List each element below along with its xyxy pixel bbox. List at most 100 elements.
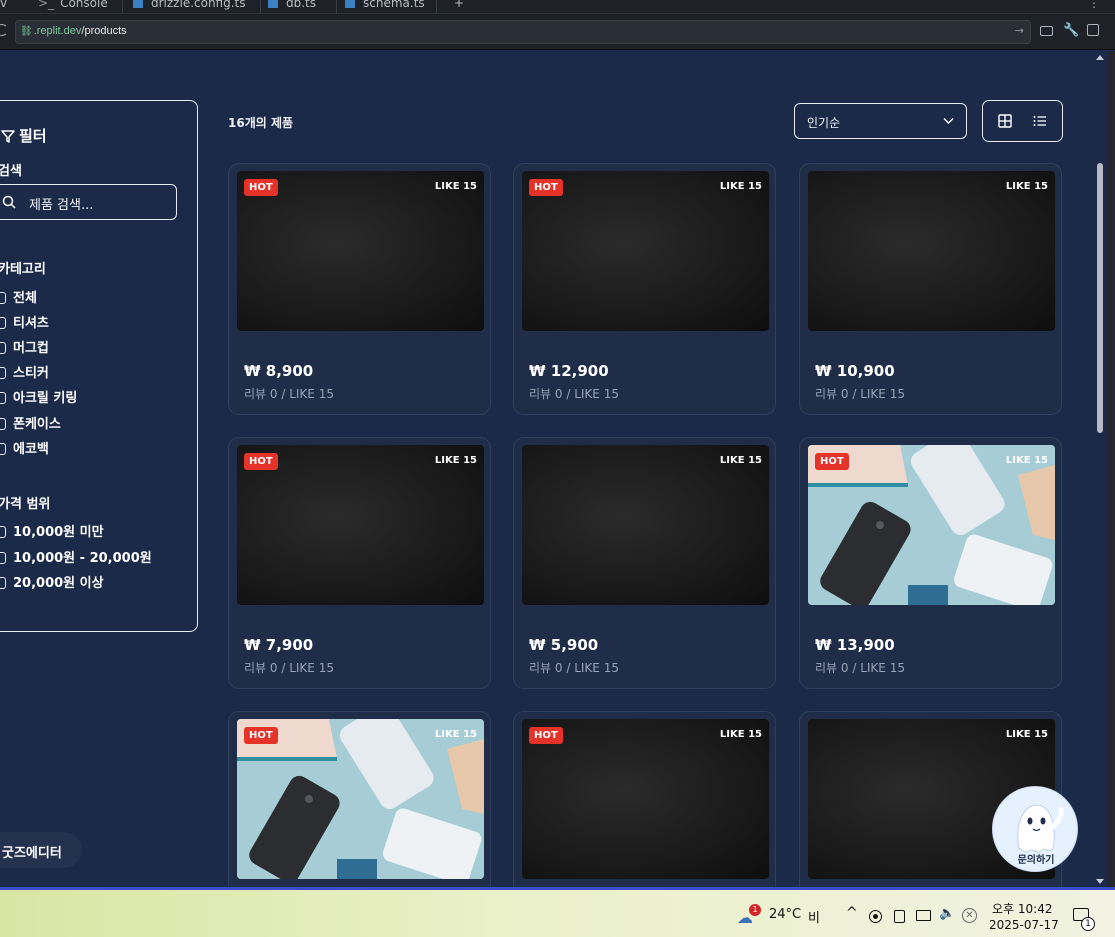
product-image[interactable]: LIKE 15 (808, 171, 1055, 331)
hot-badge: HOT (244, 453, 278, 470)
checkbox[interactable] (0, 392, 6, 404)
hot-badge: HOT (815, 453, 849, 470)
sort-value: 인기순 (807, 116, 841, 130)
open-external-icon[interactable] (1087, 24, 1099, 36)
search-icon (2, 195, 16, 209)
product-card[interactable]: HOT LIKE 15 (513, 711, 776, 887)
url-path: /products (81, 25, 127, 37)
category-option-ecobag[interactable]: 에코백 (0, 438, 49, 457)
record-icon[interactable] (869, 910, 882, 923)
tab-drizzle-config[interactable]: drizzle.config.ts (133, 0, 246, 10)
search-placeholder: 제품 검색... (29, 198, 94, 213)
grid-view-icon[interactable] (997, 113, 1013, 129)
clock-date[interactable]: 2025-07-17 (989, 918, 1059, 932)
tab-divider (122, 0, 123, 14)
product-image[interactable]: HOT LIKE 15 (237, 171, 484, 331)
list-view-icon[interactable] (1032, 113, 1048, 129)
product-review-like: 리뷰 0 / LIKE 15 (815, 387, 905, 401)
checkbox[interactable] (0, 577, 6, 589)
tab-divider (336, 0, 337, 14)
tab-divider (260, 0, 261, 14)
console-icon: >_ (38, 0, 55, 10)
category-section-label: 카테고리 (0, 262, 46, 277)
tab-db[interactable]: db.ts (268, 0, 316, 10)
sort-select[interactable]: 인기순 (794, 103, 967, 139)
checkbox[interactable] (0, 367, 6, 379)
category-option-tshirt[interactable]: 티셔츠 (0, 312, 49, 331)
product-image[interactable]: HOT LIKE 15 (237, 445, 484, 605)
reload-icon[interactable] (0, 24, 8, 36)
price-option-over-20000[interactable]: 20,000원 이상 (0, 572, 104, 591)
checkbox[interactable] (0, 418, 6, 430)
like-count: LIKE 15 (719, 729, 762, 740)
chevron-up-icon[interactable]: ^ (846, 905, 858, 921)
product-price: ₩ 10,900 (815, 362, 895, 380)
chevron-down-icon (943, 118, 954, 124)
product-card[interactable]: HOT LIKE 15 ₩ 8,900 리뷰 0 / LIKE 15 (228, 163, 491, 415)
product-card[interactable]: HOT LIKE 15 ₩ 7,900 리뷰 0 / LIKE 15 (228, 437, 491, 689)
product-card[interactable]: HOT LIKE 15 (228, 711, 491, 887)
clock-time[interactable]: 오후 10:42 (992, 900, 1052, 917)
page-scrollbar[interactable] (1093, 51, 1107, 887)
product-review-like: 리뷰 0 / LIKE 15 (244, 387, 334, 401)
product-image[interactable]: HOT LIKE 15 (522, 171, 769, 331)
category-option-phonecase[interactable]: 폰케이스 (0, 413, 61, 432)
product-review-like: 리뷰 0 / LIKE 15 (529, 661, 619, 675)
tab-divider (436, 0, 437, 14)
product-card[interactable]: HOT LIKE 15 ₩ 12,900 리뷰 0 / LIKE 15 (513, 163, 776, 415)
checkbox[interactable] (0, 443, 6, 455)
url-text: ⛓.replit.dev/products (20, 25, 127, 37)
hot-badge: HOT (529, 179, 563, 196)
category-option-all[interactable]: 전체 (0, 287, 37, 306)
product-card[interactable]: LIKE 15 ₩ 5,900 리뷰 0 / LIKE 15 (513, 437, 776, 689)
checkbox[interactable] (0, 342, 6, 354)
more-icon[interactable]: ⋮ (1088, 0, 1100, 10)
tab-console[interactable]: >_ Console (38, 0, 108, 10)
filter-title: 필터 (1, 125, 47, 146)
goods-editor-label: 굿즈에디터 (2, 846, 62, 861)
product-image[interactable]: LIKE 15 (522, 445, 769, 605)
checkbox[interactable] (0, 317, 6, 329)
product-price: ₩ 13,900 (815, 636, 895, 654)
volume-icon[interactable]: 🔈 (939, 906, 955, 921)
goods-editor-button[interactable]: 굿즈에디터 (0, 832, 82, 868)
camera-icon[interactable] (894, 910, 905, 923)
inquiry-chat-button[interactable]: 문의하기 (992, 786, 1078, 872)
scroll-down-arrow-icon[interactable] (1096, 879, 1104, 884)
search-section-label: 검색 (0, 164, 22, 179)
category-option-sticker[interactable]: 스티커 (0, 362, 49, 381)
like-count: LIKE 15 (434, 455, 477, 466)
muted-status-icon[interactable]: ✕ (962, 908, 977, 923)
wrench-icon[interactable]: 🔧 (1063, 23, 1079, 38)
checkbox[interactable] (0, 552, 6, 564)
product-review-like: 리뷰 0 / LIKE 15 (529, 387, 619, 401)
price-option-under-10000[interactable]: 10,000원 미만 (0, 521, 104, 540)
filter-icon (1, 130, 15, 143)
product-price: ₩ 12,900 (529, 362, 609, 380)
go-arrow-icon[interactable]: → (1015, 24, 1024, 37)
price-option-10000-20000[interactable]: 10,000원 - 20,000원 (0, 547, 152, 566)
devices-icon[interactable] (1040, 26, 1053, 36)
url-bar[interactable]: ⛓.replit.dev/products → (15, 20, 1031, 44)
add-tab-button[interactable]: + (454, 0, 464, 10)
product-image[interactable]: HOT LIKE 15 (237, 719, 484, 879)
products-page: 필터 검색 제품 검색... 카테고리 전체 티셔츠 머그컵 스티커 아크릴 키… (0, 51, 1093, 887)
product-card[interactable]: LIKE 15 ₩ 10,900 리뷰 0 / LIKE 15 (799, 163, 1062, 415)
checkbox-checked[interactable] (0, 292, 6, 304)
category-option-keyring[interactable]: 아크릴 키링 (0, 387, 77, 406)
product-review-like: 리뷰 0 / LIKE 15 (815, 661, 905, 675)
product-search-input[interactable]: 제품 검색... (0, 184, 177, 220)
product-card[interactable]: HOT LIKE 15 ₩ 13,900 리뷰 0 / LIKE 15 (799, 437, 1062, 689)
checkbox[interactable] (0, 526, 6, 538)
product-image[interactable]: HOT LIKE 15 (522, 719, 769, 879)
scroll-thumb[interactable] (1097, 163, 1103, 433)
scroll-up-arrow-icon[interactable] (1096, 55, 1104, 60)
view-toggle (982, 100, 1063, 142)
category-option-mug[interactable]: 머그컵 (0, 337, 49, 356)
tab-schema[interactable]: schema.ts (345, 0, 425, 10)
tab-leading[interactable]: v (0, 0, 7, 10)
product-price: ₩ 8,900 (244, 362, 314, 380)
typescript-file-icon (345, 0, 355, 8)
network-icon[interactable] (916, 910, 931, 921)
product-image[interactable]: HOT LIKE 15 (808, 445, 1055, 605)
